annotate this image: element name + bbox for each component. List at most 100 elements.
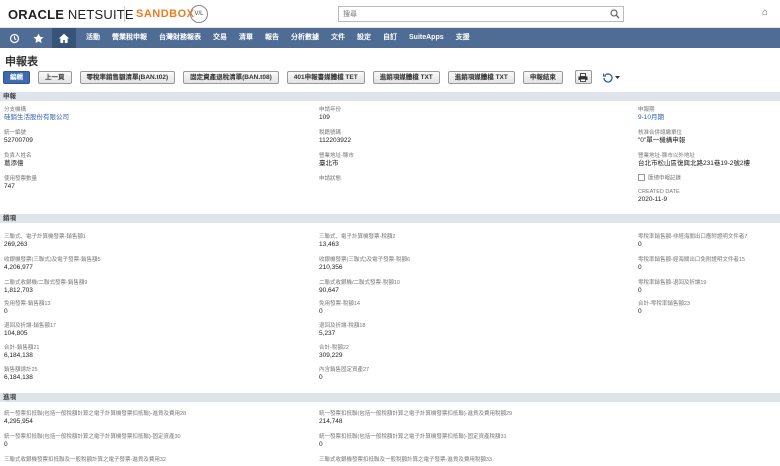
field-label: 統一發票扣抵聯(包括一般稅額計算之電子計算機發票扣抵聯)-進貨及費用稅額29 xyxy=(319,411,513,417)
sales-field: 零稅率銷售額-非經海關出口應附證明文件者7 0 xyxy=(638,234,747,249)
field-label: 二聯式收銀機/二聯式發票-稅額10 xyxy=(319,280,400,286)
record-toolbar: 編輯 上一頁 零稅率銷售額清單(BAN.t02) 固定資產退稅清單(BAN.t0… xyxy=(3,70,620,84)
field-label: 三聯式、電子計算機發票-稅額2 xyxy=(319,234,396,240)
nav-tw-financial[interactable]: 台灣財務報表 xyxy=(153,28,207,48)
field-label: 申報期 xyxy=(638,107,655,113)
input-field: 統一發票扣抵聯(包括一般稅額計算之電子計算機發票扣抵聯)-固定資產30 0 xyxy=(4,434,181,449)
subsidiary-field: 分支機構 硅銷生活股份有限公司 xyxy=(4,107,69,122)
fixed-asset-refund-list-button[interactable]: 固定資產退稅清單(BAN.t08) xyxy=(183,70,279,84)
field-value: 104,805 xyxy=(4,330,28,337)
nav-analytics[interactable]: 分析數據 xyxy=(285,28,325,48)
field-value: 4,295,954 xyxy=(4,418,33,425)
field-label: 稅籍號碼 xyxy=(319,130,342,136)
field-value: 309,229 xyxy=(319,352,343,359)
field-value: 2020-11-9 xyxy=(638,196,668,203)
field-value: 1,812,703 xyxy=(4,287,33,294)
field-label: 內含銷售固定資產27 xyxy=(319,367,370,373)
nav-transactions[interactable]: 交易 xyxy=(207,28,233,48)
field-label: 收銀機發票(三聯式)及電子發票-銷售額5 xyxy=(4,257,101,263)
field-label: 免用發票-稅額14 xyxy=(319,301,360,307)
summary-checkbox[interactable] xyxy=(638,174,645,181)
subsidiary-link[interactable]: 硅銷生活股份有限公司 xyxy=(4,114,69,122)
field-label: 零稅率銷售額-退回及折讓19 xyxy=(638,280,707,286)
global-search[interactable] xyxy=(338,6,624,22)
field-label: 收銀機發票(三聯式)及電子發票-稅額6 xyxy=(319,257,411,263)
actions-menu-icon[interactable] xyxy=(602,72,620,83)
sales-field: 合計-零稅率銷售額23 0 xyxy=(638,301,690,316)
field-label: 二聯式收銀機/二聯式發票-銷售額9 xyxy=(4,280,88,286)
sales-field: 三聯式、電子計算機發票-銷售額1 269,263 xyxy=(4,234,86,249)
period-link[interactable]: 9-10月期 xyxy=(638,114,664,122)
sales-field: 內含銷售固定資產27 0 xyxy=(319,367,369,382)
search-icon[interactable] xyxy=(610,9,620,19)
company-badge-icon: V/L xyxy=(190,5,208,23)
field-value: 4,206,977 xyxy=(4,264,33,271)
field-label: 銷售額總計25 xyxy=(4,367,38,373)
nav-setup[interactable]: 設定 xyxy=(351,28,377,48)
field-value: 台北市松山區復興北路231巷19-2號2樓 xyxy=(638,160,750,167)
field-value: 5,237 xyxy=(319,330,336,337)
field-label: 零稅率銷售額-經海關出口免附證明文件者15 xyxy=(638,257,745,263)
netsuite-logo[interactable]: ORACLE NETSUITE xyxy=(8,7,134,22)
section-primary: 申報 xyxy=(0,92,780,101)
nav-lists[interactable]: 清單 xyxy=(233,28,259,48)
help-icon[interactable]: ⌂ xyxy=(762,7,768,18)
edit-button[interactable]: 編輯 xyxy=(3,70,30,84)
media-file-txt-button-1[interactable]: 進銷項媒體檔 TXT xyxy=(372,70,440,84)
field-label: 申請狀態 xyxy=(319,176,342,182)
sales-field: 退回及折讓-稅額18 5,237 xyxy=(319,323,365,338)
nav-customization[interactable]: 自訂 xyxy=(377,28,403,48)
home-icon[interactable] xyxy=(52,28,76,48)
previous-button[interactable]: 上一頁 xyxy=(38,70,72,84)
search-input[interactable] xyxy=(339,7,609,21)
top-header: ORACLE NETSUITE SANDBOX V/L ⌂ xyxy=(0,0,780,28)
field-value: 0 xyxy=(4,308,8,315)
shortcuts-star-icon[interactable] xyxy=(26,28,50,48)
sales-field: 零稅率銷售額-退回及折讓19 0 xyxy=(638,280,706,295)
input-field: 三聯式收銀機發票扣抵聯及一般稅額計算之電子發票-進貨及費用稅額33 xyxy=(319,457,492,464)
recent-records-icon[interactable] xyxy=(2,28,26,48)
field-value: 0 xyxy=(319,308,323,315)
tax-reg-field: 稅籍號碼 112203922 xyxy=(319,130,351,145)
field-value: 0 xyxy=(638,308,642,315)
period-field: 申報期 9-10月期 xyxy=(638,107,664,122)
nav-support[interactable]: 支援 xyxy=(450,28,476,48)
nav-vat-filing[interactable]: 營業稅申報 xyxy=(106,28,153,48)
field-value: 0 xyxy=(319,441,323,448)
field-label: 匯總申報記錄 xyxy=(648,175,682,182)
field-label: 負責人姓名 xyxy=(4,153,32,159)
media-file-txt-button-2[interactable]: 進銷項媒體檔 TXT xyxy=(447,70,515,84)
zero-tax-sales-list-button[interactable]: 零稅率銷售額清單(BAN.t02) xyxy=(79,70,176,84)
section-sales: 銷項 xyxy=(0,214,780,223)
field-label: 使用發票數量 xyxy=(4,176,38,182)
sales-field: 免用發票-稅額14 0 xyxy=(319,301,360,316)
field-value: 214,748 xyxy=(319,418,343,425)
field-label: 統一發票扣抵聯(包括一般稅額計算之電子計算機發票扣抵聯)-固定資產30 xyxy=(4,434,181,440)
print-icon[interactable] xyxy=(574,70,592,84)
field-label: 統一發票扣抵聯(包括一般稅額計算之電子計算機發票扣抵聯)-固定資產稅額31 xyxy=(319,434,507,440)
summary-checkbox-field: 匯總申報記錄 xyxy=(638,174,681,182)
tax-id-field: 統一編號 52700709 xyxy=(4,130,33,145)
sales-field: 合計-稅額22 309,229 xyxy=(319,345,349,360)
sales-field: 合計-銷售額21 6,184,138 xyxy=(4,345,39,360)
field-label: 零稅率銷售額-非經海關出口應附證明文件者7 xyxy=(638,234,748,240)
field-value: 0 xyxy=(4,441,8,448)
media-file-401-button[interactable]: 401申報書媒體檔 TET xyxy=(286,70,365,84)
filing-end-button[interactable]: 申報結束 xyxy=(522,70,563,84)
nav-documents[interactable]: 文件 xyxy=(325,28,351,48)
nav-reports[interactable]: 報告 xyxy=(259,28,285,48)
field-label: 統一發票扣抵聯(包括一般稅額計算之電子計算機發票扣抵聯)-進貨及費用28 xyxy=(4,411,187,417)
input-field: 統一發票扣抵聯(包括一般稅額計算之電子計算機發票扣抵聯)-固定資產稅額31 0 xyxy=(319,434,507,449)
page-title: 申報表 xyxy=(5,56,38,68)
field-value: 6,184,138 xyxy=(4,374,33,381)
field-value: 52700709 xyxy=(4,137,33,144)
sales-field: 銷售額總計25 6,184,138 xyxy=(4,367,38,382)
nav-suiteapps[interactable]: SuiteApps xyxy=(403,28,450,48)
field-label: 營業地址-縣市 xyxy=(319,153,354,159)
field-value: 0 xyxy=(638,241,642,248)
field-value: 109 xyxy=(319,114,330,121)
nav-activities[interactable]: 活動 xyxy=(80,28,106,48)
field-value: 0 xyxy=(638,264,642,271)
city-field: 營業地址-縣市 臺北市 xyxy=(319,153,354,168)
field-label: CREATED DATE xyxy=(638,189,680,195)
